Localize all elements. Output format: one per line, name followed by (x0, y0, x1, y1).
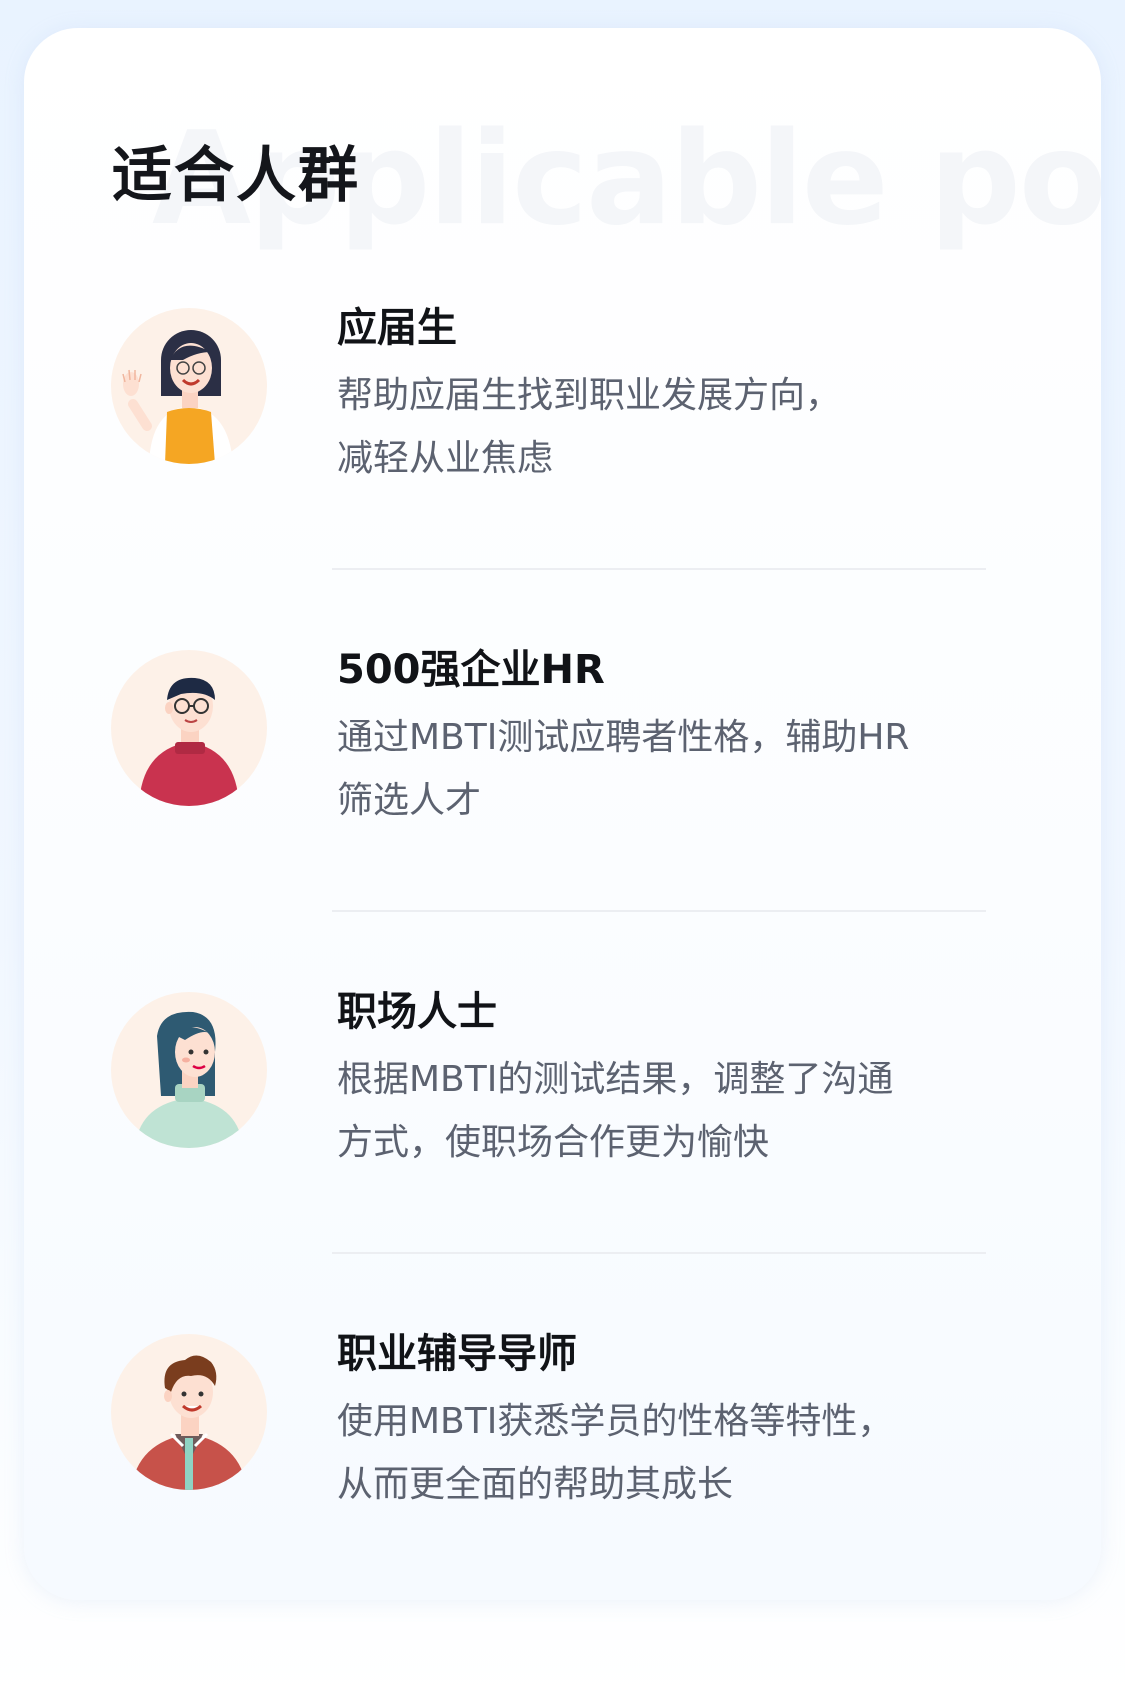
professional-woman-avatar-icon (111, 992, 267, 1148)
list-item-mentor: 职业辅导导师 使用MBTI获悉学员的性格等特性， 从而更全面的帮助其成长 (24, 1326, 1101, 1600)
item-description-line: 从而更全面的帮助其成长 (337, 1464, 734, 1505)
item-description-line: 通过MBTI测试应聘者性格，辅助HR (337, 717, 910, 758)
item-description: 根据MBTI的测试结果，调整了沟通 方式，使职场合作更为愉快 (337, 1048, 977, 1174)
list-item-graduate: 应届生 帮助应届生找到职业发展方向， 减轻从业焦虑 (24, 300, 1101, 630)
item-title: 应届生 (337, 305, 457, 351)
hr-man-avatar-icon (111, 650, 267, 806)
item-title: 500强企业HR (337, 647, 605, 693)
item-description: 帮助应届生找到职业发展方向， 减轻从业焦虑 (337, 364, 977, 490)
section-title: 适合人群 (112, 141, 360, 211)
item-description-line: 使用MBTI获悉学员的性格等特性， (337, 1401, 894, 1442)
item-description: 使用MBTI获悉学员的性格等特性， 从而更全面的帮助其成长 (337, 1390, 977, 1516)
item-title: 职业辅导导师 (337, 1331, 577, 1377)
list-item-hr: 500强企业HR 通过MBTI测试应聘者性格，辅助HR 筛选人才 (24, 642, 1101, 972)
item-description-line: 方式，使职场合作更为愉快 (337, 1122, 770, 1163)
divider (332, 910, 986, 912)
mentor-man-avatar-icon (111, 1334, 267, 1490)
item-description-line: 根据MBTI的测试结果，调整了沟通 (337, 1059, 894, 1100)
divider (332, 1252, 986, 1254)
applicable-population-card: Applicable populati 适合人群 (24, 28, 1101, 1600)
item-description: 通过MBTI测试应聘者性格，辅助HR 筛选人才 (337, 706, 977, 832)
item-description-line: 帮助应届生找到职业发展方向， (337, 375, 842, 416)
graduate-woman-avatar-icon (111, 308, 267, 464)
list-item-professional: 职场人士 根据MBTI的测试结果，调整了沟通 方式，使职场合作更为愉快 (24, 984, 1101, 1314)
item-description-line: 减轻从业焦虑 (337, 438, 554, 479)
item-title: 职场人士 (337, 989, 497, 1035)
divider (332, 568, 986, 570)
item-description-line: 筛选人才 (337, 780, 482, 821)
